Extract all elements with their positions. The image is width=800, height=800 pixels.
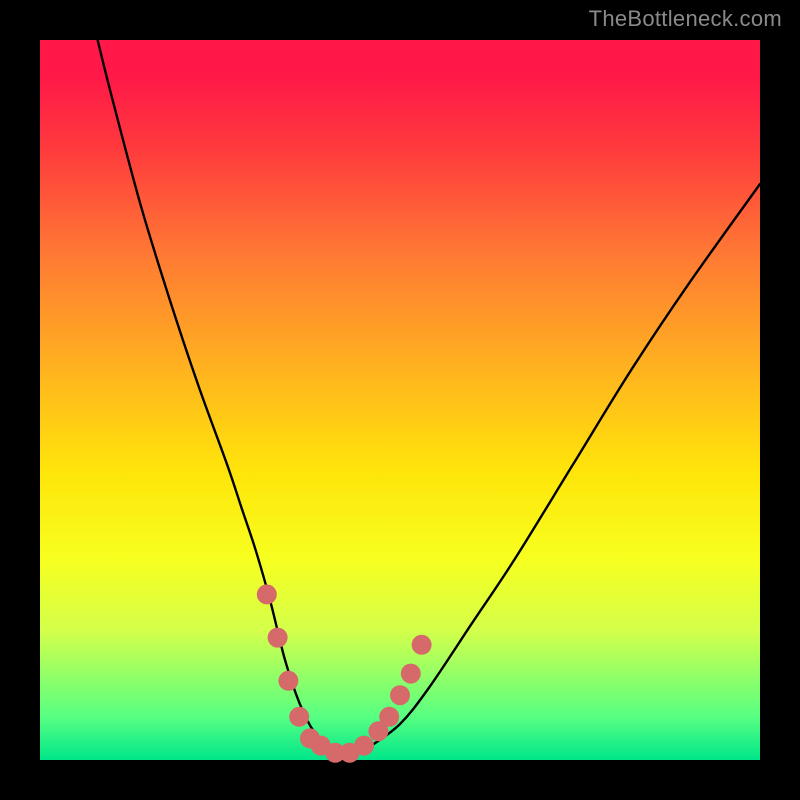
marker-dot	[268, 628, 288, 648]
marker-dot	[289, 707, 309, 727]
curve-svg	[40, 40, 760, 760]
marker-dot	[257, 584, 277, 604]
marker-dot	[278, 671, 298, 691]
marker-dot	[401, 664, 421, 684]
plot-area	[40, 40, 760, 760]
chart-stage: TheBottleneck.com	[0, 0, 800, 800]
marker-group	[257, 584, 432, 762]
marker-dot	[390, 685, 410, 705]
marker-dot	[412, 635, 432, 655]
marker-dot	[354, 736, 374, 756]
watermark-text: TheBottleneck.com	[589, 6, 782, 32]
marker-dot	[379, 707, 399, 727]
